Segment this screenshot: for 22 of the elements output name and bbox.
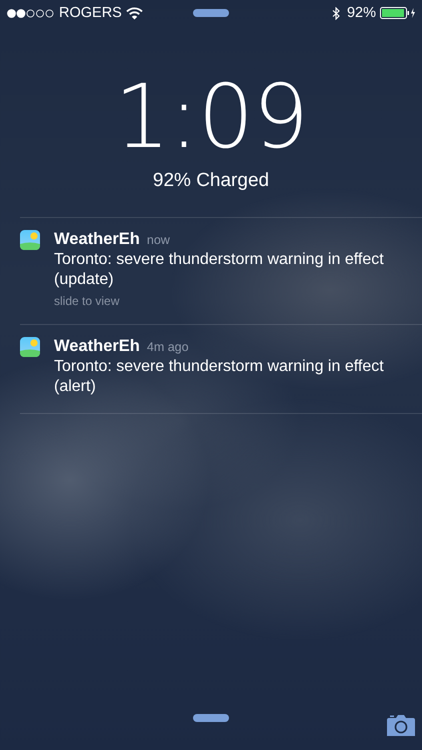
notification-time: 4m ago <box>146 340 189 354</box>
notification[interactable]: WeatherEh now Toronto: severe thunderstorm warning in effect (update) slide to view <box>20 218 422 325</box>
signal-icon <box>7 8 55 18</box>
lock-screen-time: 1:09 <box>113 72 309 162</box>
carrier-name: ROGERS <box>59 5 122 21</box>
charge-status: 92% Charged <box>152 170 270 192</box>
camera-icon[interactable] <box>387 714 415 736</box>
notification-center-handle[interactable] <box>193 9 229 17</box>
wifi-icon <box>126 6 143 20</box>
app-name: WeatherEh <box>54 337 140 356</box>
notification-message: Toronto: severe thunderstorm warning in effect (update) <box>54 250 385 290</box>
app-name: WeatherEh <box>54 230 140 249</box>
weather-app-icon <box>20 337 40 357</box>
slide-hint: slide to view <box>54 294 120 308</box>
notification-message: Toronto: severe thunderstorm warning in effect (alert) <box>54 357 385 397</box>
weather-app-icon <box>20 230 40 250</box>
battery-charging-icon <box>380 7 416 19</box>
battery-percentage: 92% <box>346 5 376 21</box>
bluetooth-icon <box>332 6 340 20</box>
control-center-handle[interactable] <box>193 714 229 722</box>
notification-time: now <box>146 233 170 247</box>
notification[interactable]: WeatherEh 4m ago Toronto: severe thunderstorm warning in effect (alert) <box>20 325 422 414</box>
